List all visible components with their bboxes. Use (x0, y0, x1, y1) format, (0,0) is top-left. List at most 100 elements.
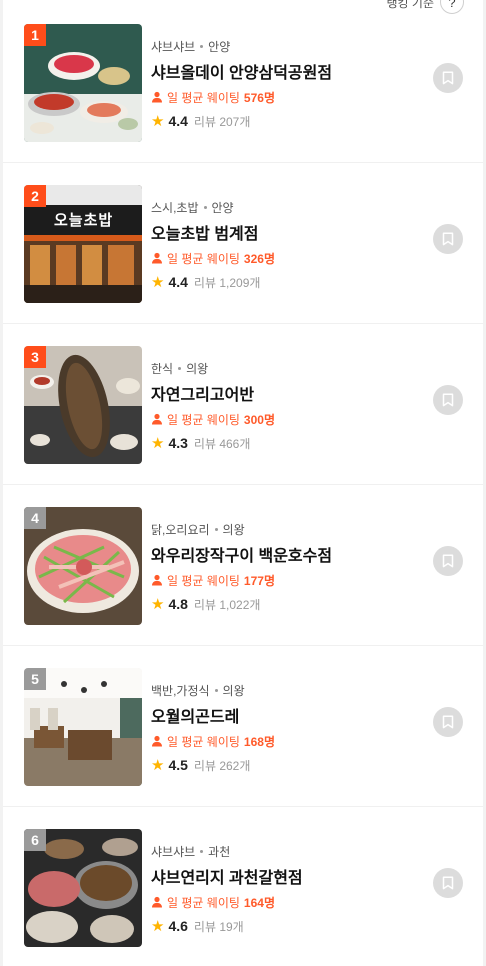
restaurant-item[interactable]: 6 샤브샤브 과천 샤브연리지 과천갈현점 일 평균 웨이팅 164명 ★ 4.… (0, 805, 486, 966)
area-label: 안양 (211, 200, 234, 215)
restaurant-meta: 한식 의왕 (151, 360, 421, 376)
restaurant-photo: 6 (24, 829, 142, 947)
restaurant-item[interactable]: 1 샤브샤브 안양 샤브올데이 안양삼덕공원점 일 평균 웨이팅 576명 ★ … (0, 0, 486, 161)
rank-badge: 6 (24, 829, 46, 851)
waiting-count: 164명 (243, 895, 275, 910)
bookmark-icon (442, 554, 454, 568)
bookmark-icon (442, 71, 454, 85)
restaurant-name[interactable]: 오늘초밥 범계점 (151, 220, 421, 243)
person-icon (152, 413, 162, 425)
rank-badge: 5 (24, 668, 46, 690)
restaurant-info: 한식 의왕 자연그리고어반 일 평균 웨이팅 300명 ★ 4.3 리뷰 466… (151, 360, 421, 452)
restaurant-name[interactable]: 와우리장작구이 백운호수점 (151, 542, 421, 565)
waiting-label: 일 평균 웨이팅 (167, 895, 240, 910)
waiting-count: 326명 (243, 251, 275, 266)
star-icon: ★ (151, 917, 165, 935)
separator-dot (200, 44, 204, 48)
person-icon (152, 91, 162, 103)
separator-dot (214, 527, 218, 531)
restaurant-info: 샤브샤브 안양 샤브올데이 안양삼덕공원점 일 평균 웨이팅 576명 ★ 4.… (151, 38, 421, 130)
waiting-label: 일 평균 웨이팅 (167, 573, 240, 588)
category-label: 닭,오리요리 (151, 522, 210, 537)
area-label: 의왕 (222, 683, 245, 698)
rating-info: ★ 4.4 리뷰 1,209개 (151, 273, 421, 291)
review-count: 리뷰 262개 (193, 758, 251, 773)
restaurant-name[interactable]: 오월의곤드레 (151, 703, 421, 726)
restaurant-item[interactable]: 5 백반,가정식 의왕 오월의곤드레 일 평균 웨이팅 168명 ★ 4.5 리… (0, 644, 486, 805)
restaurant-meta: 스시,초밥 안양 (151, 199, 421, 215)
restaurant-meta: 닭,오리요리 의왕 (151, 521, 421, 537)
waiting-info: 일 평균 웨이팅 168명 (151, 733, 421, 749)
bookmark-icon (442, 876, 454, 890)
restaurant-info: 샤브샤브 과천 샤브연리지 과천갈현점 일 평균 웨이팅 164명 ★ 4.6 … (151, 843, 421, 935)
bookmark-button[interactable] (433, 707, 463, 737)
rank-badge: 2 (24, 185, 46, 207)
star-icon: ★ (151, 112, 165, 130)
restaurant-name[interactable]: 샤브올데이 안양삼덕공원점 (151, 59, 421, 82)
rating-score: 4.4 (168, 274, 188, 290)
person-icon (152, 896, 162, 908)
restaurant-info: 백반,가정식 의왕 오월의곤드레 일 평균 웨이팅 168명 ★ 4.5 리뷰 … (151, 682, 421, 774)
bookmark-button[interactable] (433, 868, 463, 898)
category-label: 샤브샤브 (151, 844, 196, 859)
category-label: 한식 (151, 361, 174, 376)
category-label: 백반,가정식 (151, 683, 210, 698)
star-icon: ★ (151, 273, 165, 291)
waiting-label: 일 평균 웨이팅 (167, 251, 240, 266)
bookmark-button[interactable] (433, 385, 463, 415)
bookmark-button[interactable] (433, 63, 463, 93)
rating-score: 4.4 (168, 113, 188, 129)
restaurant-photo: 4 (24, 507, 142, 625)
restaurant-photo: 5 (24, 668, 142, 786)
restaurant-item[interactable]: 오늘초밥 2 스시,초밥 안양 오늘초밥 범계점 일 평균 웨이팅 326명 ★… (0, 161, 486, 322)
area-label: 과천 (208, 844, 231, 859)
waiting-info: 일 평균 웨이팅 177명 (151, 572, 421, 588)
separator-dot (178, 366, 182, 370)
restaurant-meta: 샤브샤브 안양 (151, 38, 421, 54)
separator-dot (200, 849, 204, 853)
bookmark-icon (442, 232, 454, 246)
restaurant-info: 스시,초밥 안양 오늘초밥 범계점 일 평균 웨이팅 326명 ★ 4.4 리뷰… (151, 199, 421, 291)
bookmark-icon (442, 715, 454, 729)
rating-info: ★ 4.6 리뷰 19개 (151, 917, 421, 935)
waiting-info: 일 평균 웨이팅 164명 (151, 894, 421, 910)
star-icon: ★ (151, 756, 165, 774)
restaurant-item[interactable]: 4 닭,오리요리 의왕 와우리장작구이 백운호수점 일 평균 웨이팅 177명 … (0, 483, 486, 644)
waiting-label: 일 평균 웨이팅 (167, 90, 240, 105)
restaurant-name[interactable]: 자연그리고어반 (151, 381, 421, 404)
rating-score: 4.5 (168, 757, 188, 773)
review-count: 리뷰 207개 (193, 114, 251, 129)
waiting-count: 177명 (243, 573, 275, 588)
area-label: 안양 (208, 39, 231, 54)
rank-badge: 1 (24, 24, 46, 46)
restaurant-info: 닭,오리요리 의왕 와우리장작구이 백운호수점 일 평균 웨이팅 177명 ★ … (151, 521, 421, 613)
rank-badge: 4 (24, 507, 46, 529)
review-count: 리뷰 1,209개 (193, 275, 261, 290)
review-count: 리뷰 19개 (193, 919, 244, 934)
bookmark-button[interactable] (433, 546, 463, 576)
restaurant-meta: 백반,가정식 의왕 (151, 682, 421, 698)
rating-info: ★ 4.8 리뷰 1,022개 (151, 595, 421, 613)
rating-info: ★ 4.5 리뷰 262개 (151, 756, 421, 774)
waiting-label: 일 평균 웨이팅 (167, 412, 240, 427)
person-icon (152, 574, 162, 586)
restaurant-name[interactable]: 샤브연리지 과천갈현점 (151, 864, 421, 887)
waiting-info: 일 평균 웨이팅 300명 (151, 411, 421, 427)
waiting-count: 300명 (243, 412, 275, 427)
waiting-label: 일 평균 웨이팅 (167, 734, 240, 749)
restaurant-photo: 오늘초밥 2 (24, 185, 142, 303)
restaurant-meta: 샤브샤브 과천 (151, 843, 421, 859)
separator-dot (203, 205, 207, 209)
bookmark-button[interactable] (433, 224, 463, 254)
restaurant-item[interactable]: 3 한식 의왕 자연그리고어반 일 평균 웨이팅 300명 ★ 4.3 리뷰 4… (0, 322, 486, 483)
separator-dot (214, 688, 218, 692)
category-label: 샤브샤브 (151, 39, 196, 54)
area-label: 의왕 (222, 522, 245, 537)
waiting-info: 일 평균 웨이팅 326명 (151, 250, 421, 266)
bookmark-icon (442, 393, 454, 407)
waiting-info: 일 평균 웨이팅 576명 (151, 89, 421, 105)
person-icon (152, 735, 162, 747)
rating-info: ★ 4.4 리뷰 207개 (151, 112, 421, 130)
review-count: 리뷰 466개 (193, 436, 251, 451)
restaurant-photo: 3 (24, 346, 142, 464)
